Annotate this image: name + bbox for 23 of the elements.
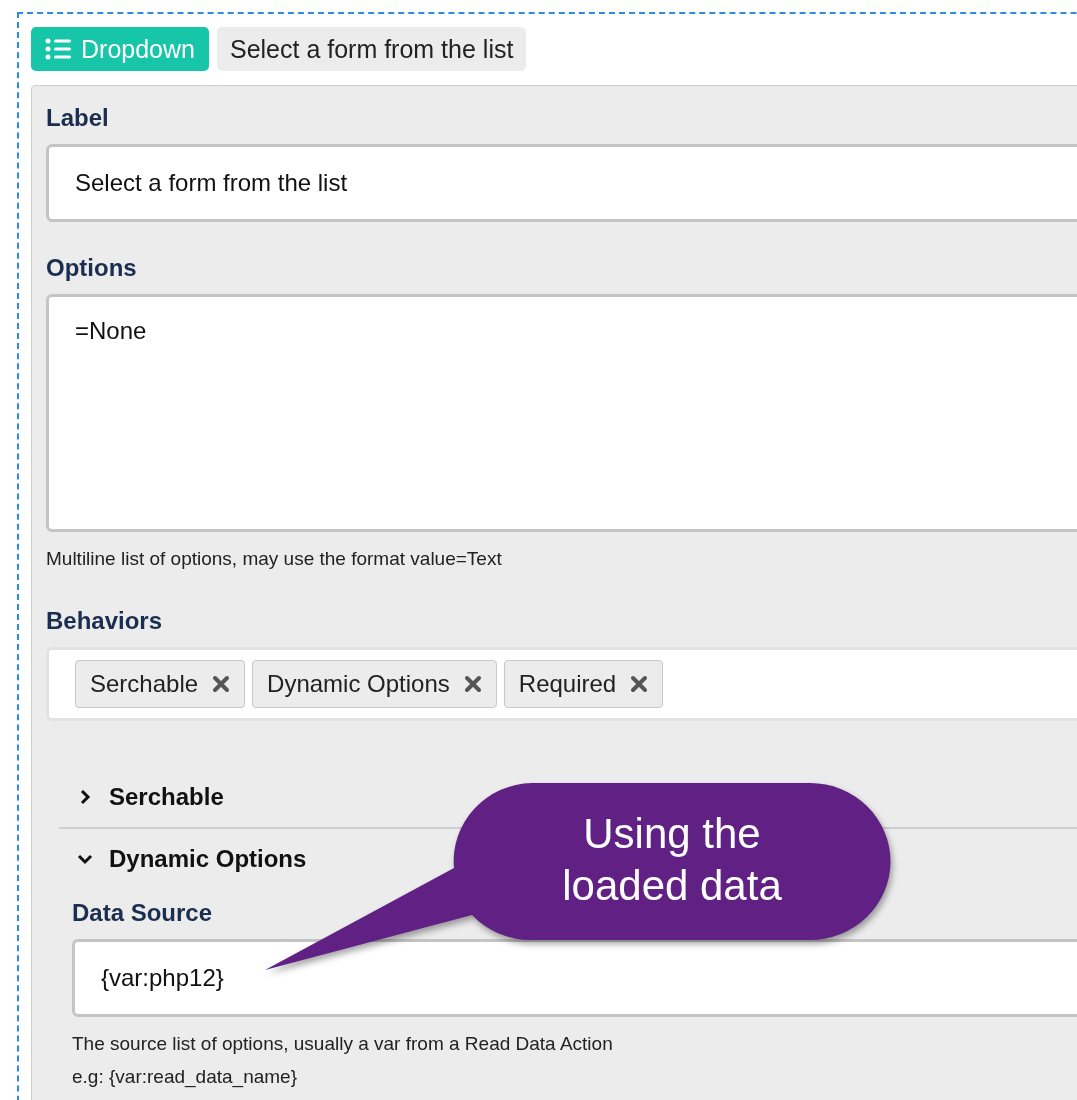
remove-icon[interactable]	[463, 675, 482, 693]
behavior-tag: Serchable	[75, 660, 246, 708]
help-text: Multiline list of options, may use the format value=Text	[46, 547, 502, 571]
field-label: Behaviors	[46, 607, 163, 635]
callout-text: Using the loaded data	[561, 809, 783, 911]
field-label: Data Source	[72, 899, 213, 927]
textarea-field[interactable]: =None	[46, 294, 1077, 532]
field-title: Select a form from the list	[216, 27, 527, 71]
field-label: Label	[46, 104, 109, 132]
behavior-tag: Required	[503, 660, 664, 708]
field-type-badge: Dropdown	[31, 27, 209, 71]
remove-icon[interactable]	[212, 675, 231, 693]
accordion-header[interactable]: Dynamic Options	[77, 829, 307, 889]
help-text: The source list of options, usually a var from a Read Data Action	[72, 1032, 613, 1056]
remove-icon[interactable]	[630, 675, 649, 693]
field-label: Options	[46, 254, 137, 282]
input-field[interactable]: Select a form from the list	[46, 144, 1077, 222]
accordion-header[interactable]: Serchable	[77, 767, 224, 827]
list-icon	[45, 38, 71, 60]
help-text: e.g: {var:read_data_name}	[72, 1065, 297, 1090]
input-field[interactable]: {var:php12}	[72, 939, 1077, 1017]
behavior-tag: Dynamic Options	[252, 660, 497, 708]
tag-input-field[interactable]: Serchable Dynamic Options Required	[46, 647, 1077, 721]
